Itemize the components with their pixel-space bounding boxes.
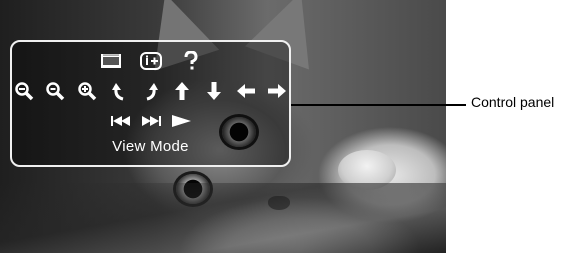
callout-label: Control panel <box>471 94 555 110</box>
arrow-up-icon[interactable] <box>170 80 194 102</box>
zoom-out-icon[interactable] <box>12 80 36 102</box>
rotate-right-icon[interactable] <box>139 80 163 102</box>
previous-icon[interactable] <box>109 110 133 132</box>
control-panel: View Mode <box>10 40 291 167</box>
callout-leader-line <box>291 104 466 106</box>
playback-icon-row <box>12 110 289 132</box>
arrow-right-icon[interactable] <box>265 80 289 102</box>
arrow-down-icon[interactable] <box>202 80 226 102</box>
zoom-reset-icon[interactable] <box>44 80 68 102</box>
next-icon[interactable] <box>139 110 163 132</box>
blanket <box>0 183 446 253</box>
navigation-icon-row <box>12 80 289 102</box>
play-icon[interactable] <box>169 110 193 132</box>
view-mode-label: View Mode <box>112 138 189 155</box>
info-icon[interactable] <box>139 50 163 72</box>
help-icon[interactable] <box>179 50 203 72</box>
view-mode-icon[interactable] <box>99 50 123 72</box>
top-icon-row <box>12 50 289 72</box>
arrow-left-icon[interactable] <box>234 80 258 102</box>
rotate-left-icon[interactable] <box>107 80 131 102</box>
zoom-in-icon[interactable] <box>75 80 99 102</box>
